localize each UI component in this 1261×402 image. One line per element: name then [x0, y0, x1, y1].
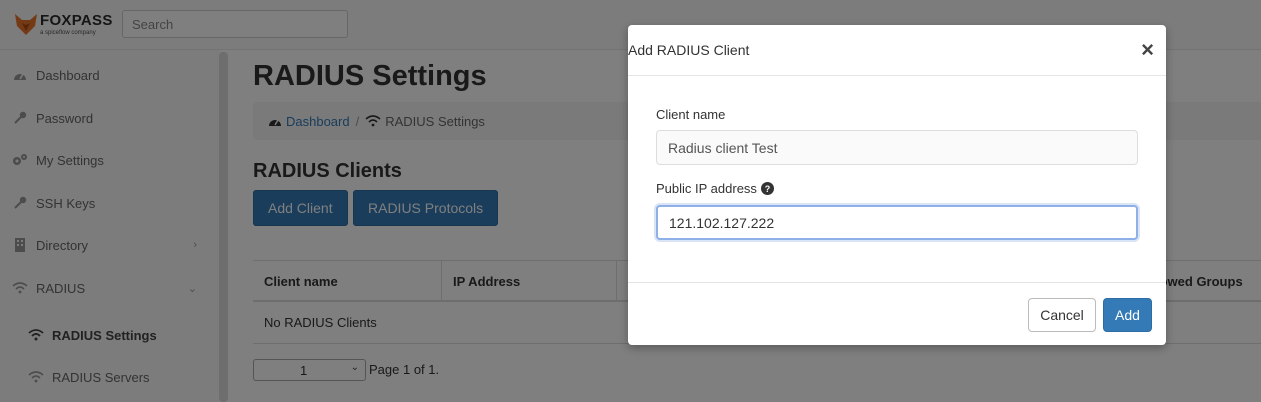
close-button[interactable]: × — [1141, 39, 1154, 61]
cancel-button[interactable]: Cancel — [1028, 298, 1096, 332]
add-button[interactable]: Add — [1103, 298, 1152, 332]
client-name-input[interactable] — [656, 130, 1138, 165]
modal-header: Add RADIUS Client × — [628, 25, 1166, 76]
public-ip-label-text: Public IP address — [656, 181, 757, 196]
public-ip-label: Public IP address ? — [656, 181, 774, 196]
modal-footer: Cancel Add — [628, 282, 1166, 345]
modal-title-text: Add RADIUS Client — [628, 42, 750, 58]
public-ip-input[interactable] — [656, 205, 1138, 240]
help-icon[interactable]: ? — [760, 182, 774, 195]
client-name-label: Client name — [656, 107, 726, 122]
add-radius-client-modal: Add RADIUS Client × Client name Public I… — [628, 25, 1166, 345]
